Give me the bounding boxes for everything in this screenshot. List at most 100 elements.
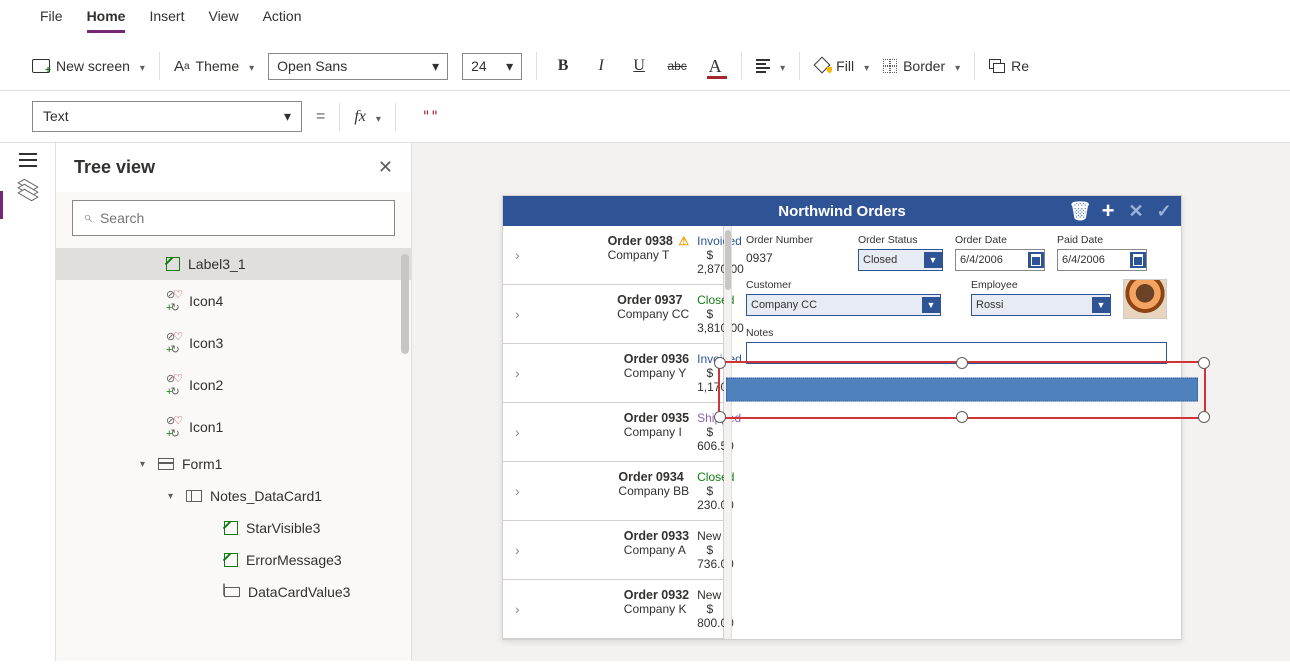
strikethrough-button[interactable]: abc (665, 59, 689, 73)
divider (974, 52, 975, 80)
resize-handle-s[interactable] (956, 411, 968, 423)
order-id: Order 0937 (617, 293, 689, 307)
order-row[interactable]: Order 0932New›Company K$ 800.00 (503, 580, 723, 639)
italic-button[interactable]: I (589, 57, 613, 75)
hamburger-icon[interactable] (19, 153, 37, 167)
employee-select[interactable]: Rossi▼ (971, 294, 1111, 316)
font-select[interactable]: Open Sans▾ (268, 53, 448, 80)
property-value: Text (43, 108, 69, 125)
resize-handle-sw[interactable] (714, 411, 726, 423)
order-id: Order 0932 (624, 588, 689, 602)
order-date-input[interactable]: 6/4/2006 (955, 249, 1045, 271)
align-button[interactable] (756, 58, 785, 74)
divider (395, 103, 396, 131)
fill-button[interactable]: Fill (814, 58, 869, 74)
font-size-select[interactable]: 24▾ (462, 53, 522, 80)
order-status-select[interactable]: Closed▼ (858, 249, 943, 271)
titlebar-actions: 🗑 + ✕ ✓ (1071, 202, 1173, 220)
order-amount: $ 2,870.00 (697, 248, 713, 276)
plus-icon[interactable]: + (1099, 202, 1117, 220)
tree-view-icon[interactable] (18, 183, 38, 199)
order-row[interactable]: Order 0936Invoiced›Company Y$ 1,170.00 (503, 344, 723, 403)
tree-header: Tree view ✕ (56, 143, 411, 192)
fx-button[interactable]: fx (354, 108, 381, 126)
search-input[interactable] (100, 210, 384, 226)
menu-view[interactable]: View (208, 8, 238, 33)
order-date-label: Order Date (955, 234, 1045, 246)
tree-item-datacardvalue3[interactable]: DataCardValue3 (56, 576, 411, 608)
order-id: Order 0936 (624, 352, 689, 366)
tree-item-errormessage3[interactable]: ErrorMessage3 (56, 544, 411, 576)
order-company: Company I (624, 425, 689, 453)
cancel-icon[interactable]: ✕ (1127, 202, 1145, 220)
tree-item-starvisible3[interactable]: StarVisible3 (56, 512, 411, 544)
order-amount: $ 736.00 (697, 543, 713, 571)
selection-overlay[interactable] (718, 361, 1206, 419)
font-color-button[interactable]: A (703, 56, 727, 77)
order-row[interactable]: Order 0938 ⚠Invoiced›Company T$ 2,870.00 (503, 226, 723, 285)
tree-item-label: ErrorMessage3 (246, 552, 342, 568)
order-row[interactable]: Order 0934Closed›Company BB$ 230.00 (503, 462, 723, 521)
property-select[interactable]: Text▾ (32, 101, 302, 132)
fill-label: Fill (836, 58, 854, 74)
reorder-button[interactable]: Re (989, 58, 1029, 74)
order-company: Company BB (618, 484, 689, 512)
menu-file[interactable]: File (40, 8, 63, 33)
trash-icon[interactable]: 🗑 (1071, 202, 1089, 220)
menu-home[interactable]: Home (87, 8, 126, 33)
fx-label: fx (354, 108, 366, 126)
formula-input[interactable]: "" (422, 109, 439, 125)
menu-insert[interactable]: Insert (149, 8, 184, 33)
list-scrollbar[interactable] (724, 226, 732, 639)
order-company: Company A (624, 543, 689, 571)
tree-item-icon4[interactable]: ⊘♡+↻Icon4 (56, 280, 411, 322)
screen-icon (32, 59, 50, 73)
tree-item-icon1[interactable]: ⊘♡+↻Icon1 (56, 406, 411, 448)
resize-handle-ne[interactable] (1198, 357, 1210, 369)
close-icon[interactable]: ✕ (378, 157, 393, 178)
customer-select[interactable]: Company CC▼ (746, 294, 941, 316)
chevron-down-icon (136, 58, 145, 74)
scrollbar-thumb[interactable] (401, 254, 409, 354)
check-icon[interactable]: ✓ (1155, 202, 1173, 220)
divider (339, 103, 340, 131)
tree-item-form1[interactable]: ▾Form1 (56, 448, 411, 480)
equals-label: = (316, 108, 325, 126)
tree-item-icon3[interactable]: ⊘♡+↻Icon3 (56, 322, 411, 364)
bold-button[interactable]: B (551, 57, 575, 75)
selected-label-control[interactable] (726, 378, 1198, 402)
canvas[interactable]: Northwind Orders 🗑 + ✕ ✓ Order 0938 ⚠Inv… (412, 143, 1290, 661)
chevron-down-icon (860, 58, 869, 74)
resize-handle-n[interactable] (956, 357, 968, 369)
font-value: Open Sans (277, 58, 347, 74)
order-row[interactable]: Order 0933New›Company A$ 736.00 (503, 521, 723, 580)
order-row[interactable]: Order 0937Closed›Company CC$ 3,810.00 (503, 285, 723, 344)
reorder-label: Re (1011, 58, 1029, 74)
menu-action[interactable]: Action (263, 8, 302, 33)
employee-value: Rossi (976, 299, 1004, 311)
tree-item-icon2[interactable]: ⊘♡+↻Icon2 (56, 364, 411, 406)
chevron-down-icon (776, 58, 785, 74)
employee-label: Employee (971, 279, 1111, 291)
order-detail: Order Number0937 Order StatusClosed▼ Ord… (732, 226, 1181, 639)
chevron-right-icon: › (515, 411, 616, 453)
paid-date-value: 6/4/2006 (1062, 254, 1105, 266)
chevron-right-icon: › (515, 352, 616, 394)
label-icon (224, 521, 238, 535)
resize-handle-se[interactable] (1198, 411, 1210, 423)
tree-item-label3_1[interactable]: Label3_1 (56, 248, 411, 280)
resize-handle-nw[interactable] (714, 357, 726, 369)
search-icon (83, 209, 92, 227)
new-screen-button[interactable]: New screen (32, 58, 145, 74)
paid-date-input[interactable]: 6/4/2006 (1057, 249, 1147, 271)
icon-group-icon: ⊘♡+↻ (166, 288, 181, 314)
tree-item-notes_datacard1[interactable]: ▾Notes_DataCard1 (56, 480, 411, 512)
underline-button[interactable]: U (627, 57, 651, 75)
tree-search[interactable] (72, 200, 395, 236)
order-row[interactable]: Order 0935Shipped›Company I$ 606.50 (503, 403, 723, 462)
theme-button[interactable]: Aa Theme (174, 58, 254, 75)
border-button[interactable]: Border (883, 58, 960, 74)
datacard-icon (186, 490, 202, 502)
chevron-down-icon (372, 109, 381, 125)
divider (159, 52, 160, 80)
